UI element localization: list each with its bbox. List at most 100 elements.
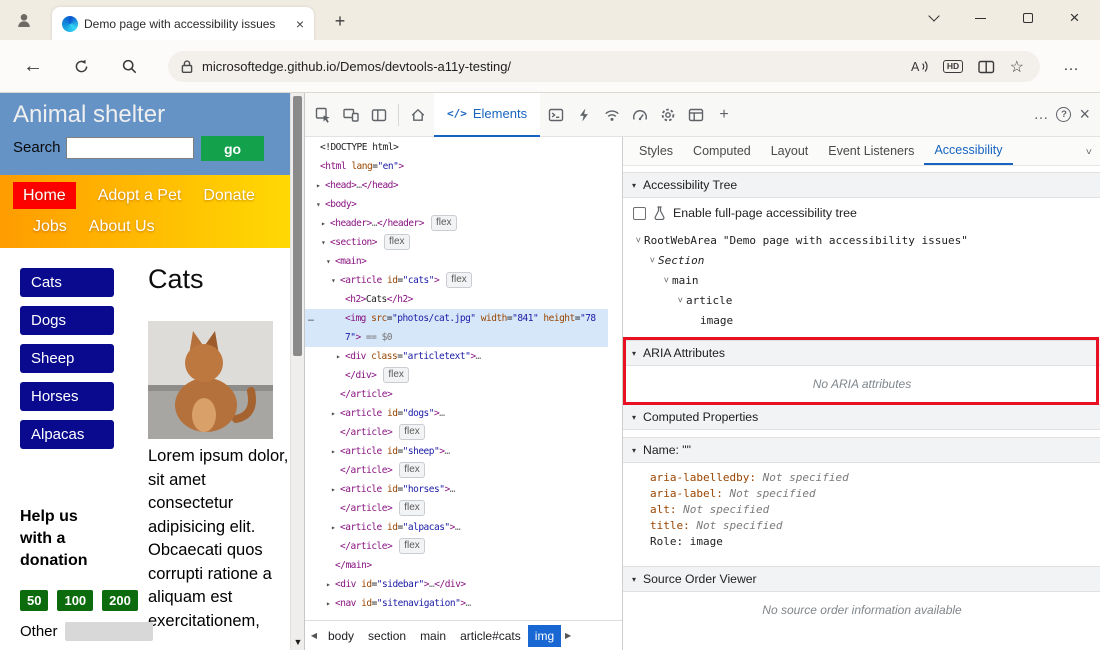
panel-tab-computed[interactable]: Computed [683,137,761,165]
back-button[interactable]: ← [14,40,52,92]
page-scrollbar[interactable]: ▼ [290,93,304,650]
collapse-arrow-icon[interactable]: ▾ [326,252,335,271]
expand-arrow-icon[interactable]: ▸ [316,176,325,195]
close-devtools-icon[interactable]: × [1079,104,1090,125]
dom-tree-row[interactable]: </main> [305,556,608,575]
panel-tab-styles[interactable]: Styles [629,137,683,165]
nav-item-home[interactable]: Home [13,182,76,209]
lock-icon[interactable] [180,59,194,74]
expand-arrow-icon[interactable]: ▸ [321,214,330,233]
section-source-order-viewer[interactable]: ▾ Source Order Viewer [623,566,1100,592]
section-accessibility-tree[interactable]: ▾ Accessibility Tree [623,172,1100,198]
expand-arrow-icon[interactable]: ▸ [331,404,340,423]
dom-tree-row[interactable]: ▾<section>flex [305,233,608,252]
url-text[interactable]: microsoftedge.github.io/Demos/devtools-a… [202,59,911,74]
breadcrumb-article-cats[interactable]: article#cats [453,625,528,647]
settings-more-button[interactable]: … [1052,40,1090,92]
flex-badge[interactable]: flex [399,424,425,440]
help-icon[interactable]: ? [1056,107,1071,122]
expand-arrow-icon[interactable]: ▸ [326,575,335,594]
flex-badge[interactable]: flex [431,215,457,231]
enable-fullpage-a11y-checkbox[interactable] [633,207,646,220]
a11y-tree-node-image[interactable]: image [629,310,1100,330]
expand-arrow-icon[interactable]: ▸ [336,347,345,366]
expand-arrow-icon[interactable]: ▸ [331,480,340,499]
flex-badge[interactable]: flex [399,462,425,478]
section-name[interactable]: ▾ Name: "" [623,437,1100,463]
section-computed-properties[interactable]: ▾ Computed Properties [623,404,1100,430]
nav-item-adopt-a-pet[interactable]: Adopt a Pet [98,182,182,209]
go-button[interactable]: go [201,136,264,161]
flex-badge[interactable]: flex [446,272,472,288]
dom-tree-row[interactable]: ▸<nav id="sitenavigation">… [305,594,608,613]
dom-tree-row[interactable]: 7"> == $0 [305,328,608,347]
breadcrumb-main[interactable]: main [413,625,453,647]
expander-chevron-icon[interactable]: > [661,274,671,287]
category-button-dogs[interactable]: Dogs [20,306,114,335]
tab-overflow-chevron-icon[interactable]: > [1083,149,1094,155]
category-button-cats[interactable]: Cats [20,268,114,297]
dom-tree-row[interactable]: </article>flex [305,461,608,480]
a11y-tree-node-rootwebarea[interactable]: >RootWebArea"Demo page with accessibilit… [629,230,1100,250]
dom-tree-row[interactable]: </article>flex [305,423,608,442]
dom-tree-row[interactable]: ▾<article id="cats">flex [305,271,608,290]
breadcrumb-scroll-right-icon[interactable]: ▶ [561,631,575,640]
issues-panel-button[interactable] [570,93,598,137]
dom-tree-row[interactable]: ▾<body> [305,195,608,214]
flex-badge[interactable]: flex [399,538,425,554]
category-button-sheep[interactable]: Sheep [20,344,114,373]
expand-arrow-icon[interactable]: ▸ [326,594,335,613]
expand-arrow-icon[interactable]: ▸ [331,518,340,537]
page-scroll-down-icon[interactable]: ▼ [291,637,305,647]
tab-actions-chevron-icon[interactable] [910,0,957,36]
new-tab-button[interactable]: + [326,9,354,33]
minimize-button[interactable] [957,0,1004,36]
flex-badge[interactable]: flex [383,367,409,383]
other-amount-input[interactable] [65,622,153,641]
hd-badge-icon[interactable]: HD [943,60,962,73]
dom-tree-row[interactable]: </article>flex [305,499,608,518]
settings-panel-button[interactable] [654,93,682,137]
browser-tab[interactable]: Demo page with accessibility issues × [52,7,314,40]
dom-tree-row[interactable]: ▸<header>…</header>flex [305,214,608,233]
add-panel-button[interactable]: + [710,93,738,137]
tab-close-icon[interactable]: × [294,17,306,31]
collapse-arrow-icon[interactable]: ▾ [331,271,340,290]
dom-tree-row[interactable]: ▸<div class="articletext">… [305,347,608,366]
breadcrumb-scroll-left-icon[interactable]: ◀ [307,631,321,640]
dom-tree-row[interactable]: ▸<article id="sheep">… [305,442,608,461]
a11y-tree-node-article[interactable]: >article [629,290,1100,310]
devtools-more-icon[interactable]: … [1033,106,1048,123]
dom-tree-row[interactable]: ▸<head>…</head> [305,176,608,195]
donation-button-100[interactable]: 100 [57,590,93,611]
performance-panel-button[interactable] [626,93,654,137]
maximize-button[interactable] [1004,0,1051,36]
device-emulation-button[interactable] [337,93,365,137]
dom-tree-row[interactable]: </article>flex [305,537,608,556]
section-aria-attributes[interactable]: ▾ ARIA Attributes [623,340,1100,366]
node-menu-icon[interactable]: … [308,309,314,328]
focus-mode-button[interactable] [365,93,393,137]
search-button[interactable] [110,40,148,92]
home-panel-button[interactable] [404,93,432,137]
collapse-arrow-icon[interactable]: ▾ [316,195,325,214]
application-panel-button[interactable] [682,93,710,137]
panel-tab-event-listeners[interactable]: Event Listeners [818,137,924,165]
dom-tree-row[interactable]: ▸<article id="alpacas">… [305,518,608,537]
profile-avatar[interactable] [7,6,41,34]
dom-tree-row[interactable]: </div>flex [305,366,608,385]
favorites-star-icon[interactable]: ☆ [1010,57,1024,77]
refresh-button[interactable] [62,40,100,92]
inspect-element-button[interactable] [309,93,337,137]
address-bar[interactable]: microsoftedge.github.io/Demos/devtools-a… [168,51,1040,82]
panel-tab-layout[interactable]: Layout [761,137,819,165]
nav-item-jobs[interactable]: Jobs [33,213,67,240]
dom-tree-row[interactable]: …<img src="photos/cat.jpg" width="841" h… [305,309,608,328]
dom-tree-row[interactable]: <html lang="en"> [305,157,608,176]
console-panel-button[interactable] [542,93,570,137]
close-window-button[interactable]: × [1051,0,1098,36]
collapse-arrow-icon[interactable]: ▾ [321,233,330,252]
tab-elements[interactable]: </> Elements [434,93,540,137]
dom-tree-row[interactable]: ▸<article id="dogs">… [305,404,608,423]
dom-tree-row[interactable]: ▾<main> [305,252,608,271]
